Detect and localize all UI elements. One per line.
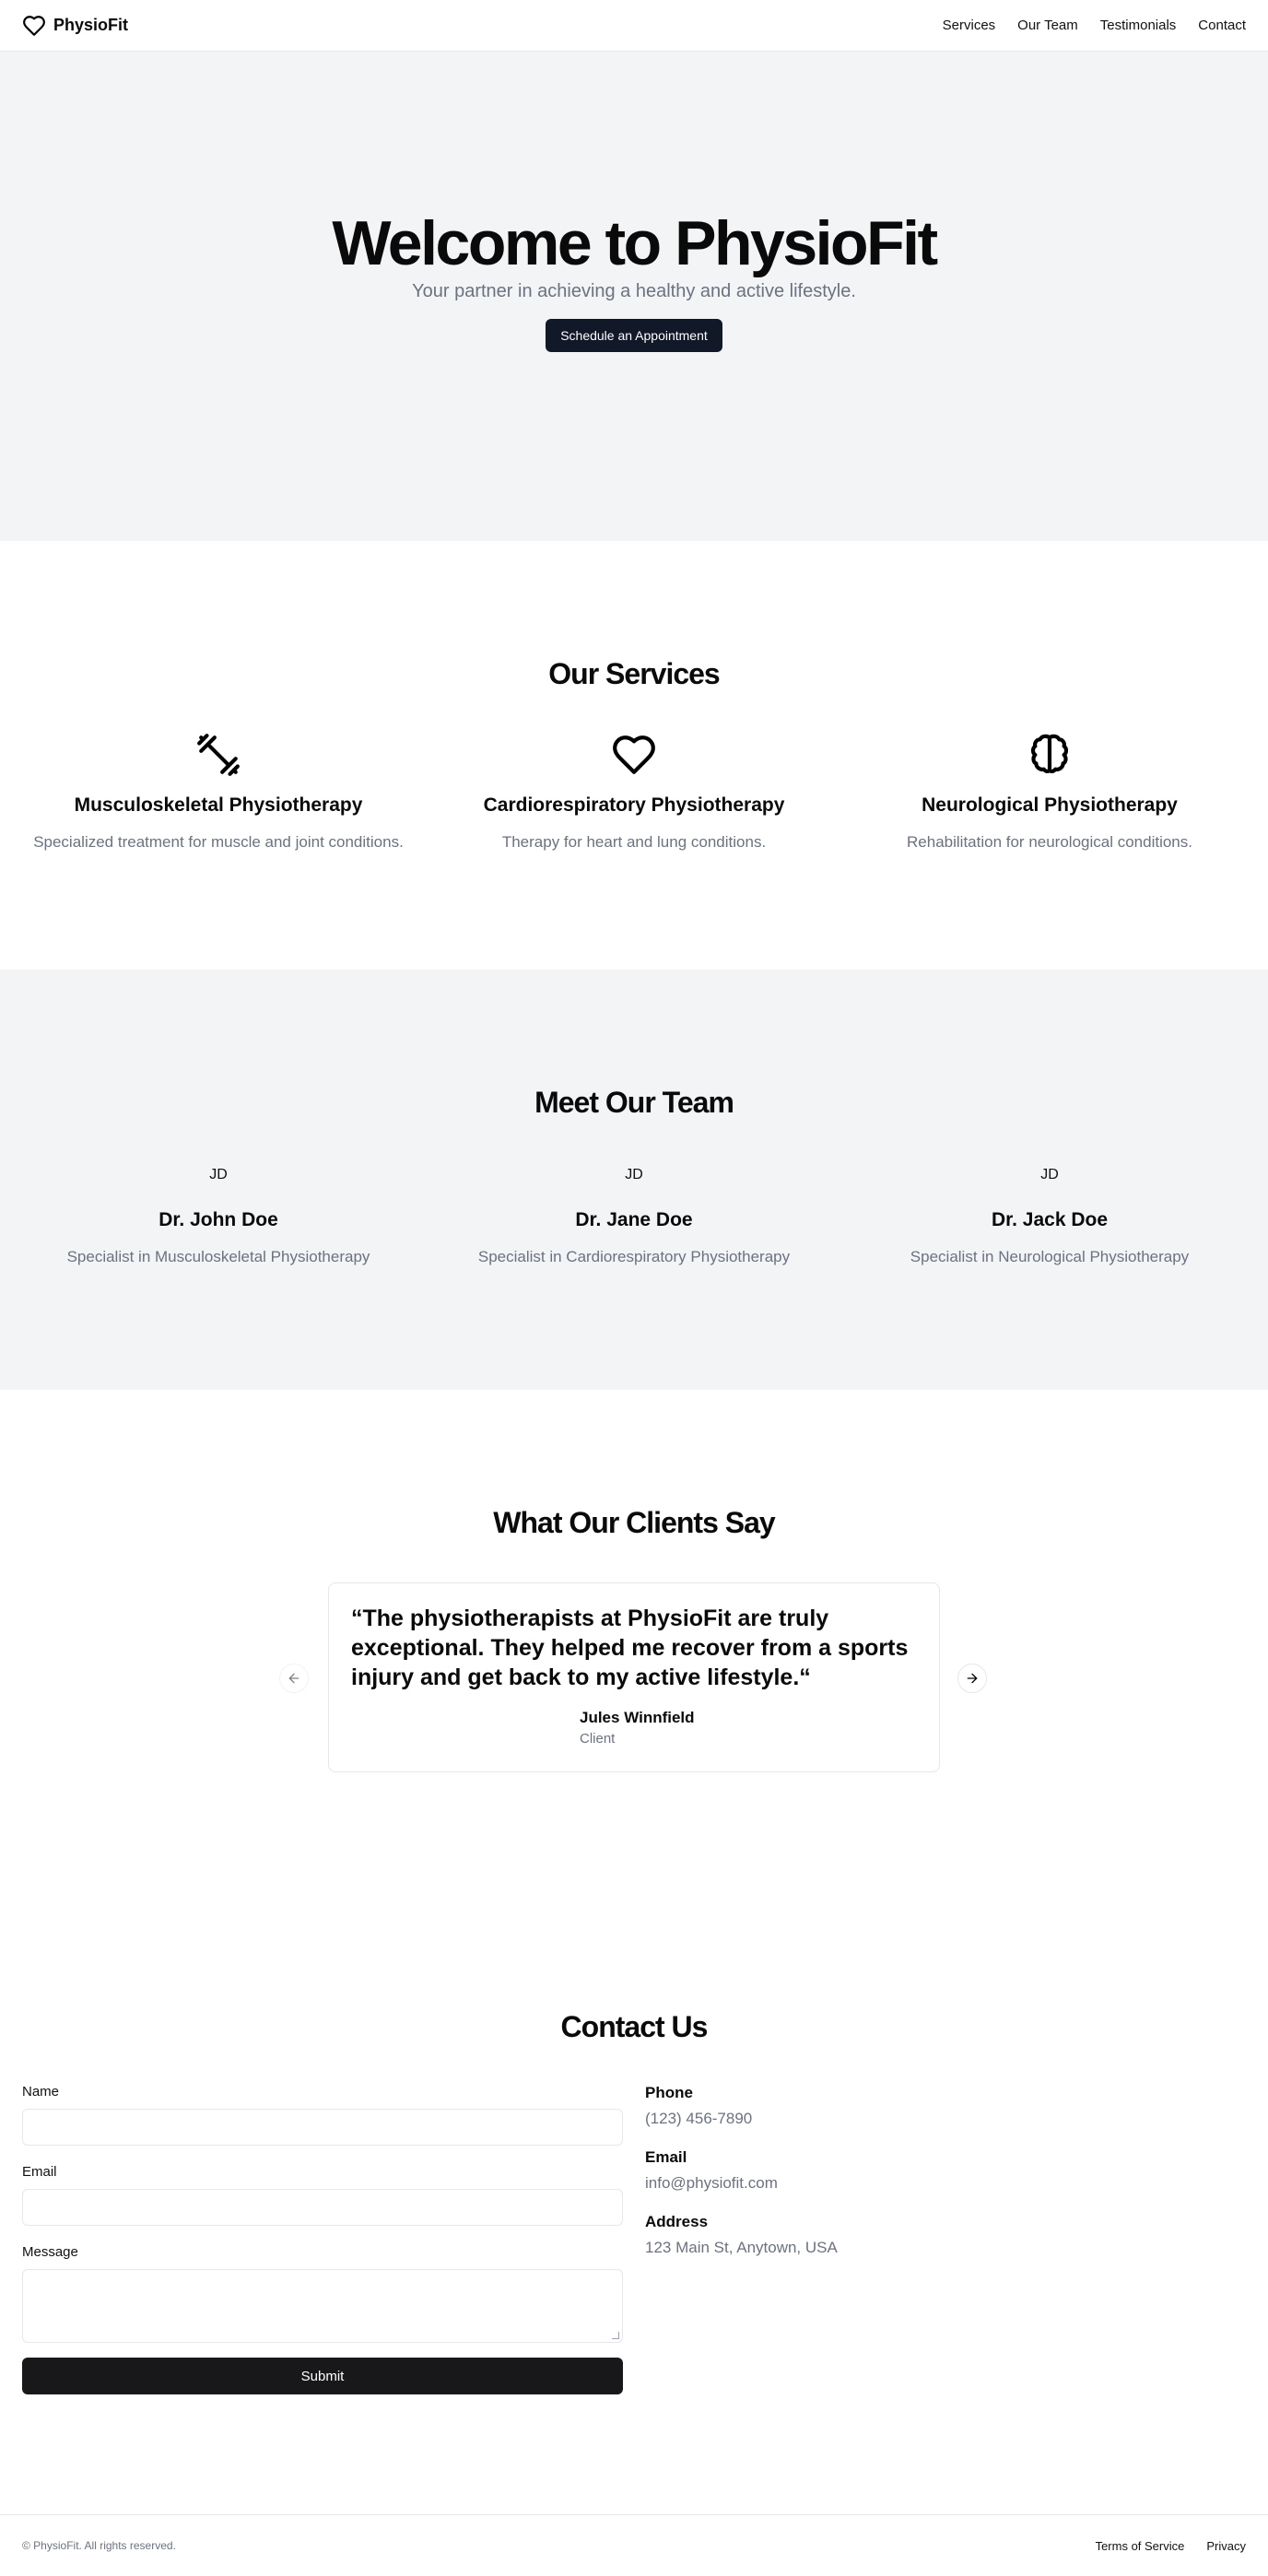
services-section: Our Services Musculoskeletal Physiothera… xyxy=(0,541,1268,970)
email-label: Email xyxy=(22,2164,57,2180)
author-role: Client xyxy=(580,1731,616,1747)
heart-icon xyxy=(613,735,655,774)
name-label: Name xyxy=(22,2084,60,2100)
service-description: Therapy for heart and lung conditions. xyxy=(501,833,767,851)
testimonials-title: What Our Clients Say xyxy=(493,1506,775,1539)
nav-contact[interactable]: Contact xyxy=(1198,18,1246,33)
team-member-card: JD Dr. Jack Doe Specialist in Neurologic… xyxy=(847,1167,1252,1266)
name-input[interactable] xyxy=(22,2109,623,2146)
submit-button[interactable]: Submit xyxy=(22,2358,623,2394)
nav-our-team[interactable]: Our Team xyxy=(1017,18,1078,33)
team-member-card: JD Dr. John Doe Specialist in Musculoske… xyxy=(16,1167,421,1266)
brand-link[interactable]: PhysioFit xyxy=(22,14,128,38)
service-card: Cardiorespiratory Physiotherapy Therapy … xyxy=(431,732,837,852)
testimonials-section: What Our Clients Say “The physiotherapis… xyxy=(0,1390,1268,1920)
member-name: Dr. John Doe xyxy=(158,1209,278,1230)
carousel-prev-button[interactable] xyxy=(279,1664,309,1693)
hero-section: Welcome to PhysioFit Your partner in ach… xyxy=(0,52,1268,541)
nav-testimonials[interactable]: Testimonials xyxy=(1100,18,1177,33)
message-textarea[interactable] xyxy=(22,2269,623,2343)
author-name: Jules Winnfield xyxy=(580,1709,695,1726)
dumbbell-icon xyxy=(197,734,240,776)
resize-handle-icon[interactable] xyxy=(612,2332,619,2339)
email-input[interactable] xyxy=(22,2189,623,2226)
service-title: Musculoskeletal Physiotherapy xyxy=(74,794,363,816)
services-title: Our Services xyxy=(548,657,720,690)
team-title: Meet Our Team xyxy=(534,1086,734,1119)
copyright-text: © PhysioFit. All rights reserved. xyxy=(22,2539,176,2552)
brain-icon xyxy=(1030,734,1069,774)
member-role: Specialist in Cardiorespiratory Physioth… xyxy=(477,1248,791,1265)
carousel-next-button[interactable] xyxy=(957,1664,987,1693)
contact-info: Phone (123) 456-7890 Email info@physiofi… xyxy=(645,2084,1106,2277)
arrow-right-icon xyxy=(967,1673,978,1684)
privacy-link[interactable]: Privacy xyxy=(1206,2539,1246,2553)
contact-title: Contact Us xyxy=(560,2010,709,2043)
member-name: Dr. Jack Doe xyxy=(991,1209,1109,1230)
testimonial-card: “The physiotherapists at PhysioFit are t… xyxy=(328,1582,940,1772)
service-title: Cardiorespiratory Physiotherapy xyxy=(483,794,785,816)
site-header: PhysioFit Services Our Team Testimonials… xyxy=(0,0,1268,52)
email-value: info@physiofit.com xyxy=(645,2174,778,2192)
testimonial-author: Jules Winnfield Client xyxy=(580,1709,917,1747)
email-info-label: Email xyxy=(645,2148,687,2166)
phone-label: Phone xyxy=(645,2084,693,2101)
brand-name: PhysioFit xyxy=(53,16,129,34)
service-card: Musculoskeletal Physiotherapy Specialize… xyxy=(16,732,421,852)
member-role: Specialist in Neurological Physiotherapy xyxy=(910,1248,1190,1265)
service-description: Specialized treatment for muscle and joi… xyxy=(33,833,404,851)
contact-form: Name Email Message Submit xyxy=(22,2084,623,2394)
member-name: Dr. Jane Doe xyxy=(575,1209,693,1230)
terms-link[interactable]: Terms of Service xyxy=(1096,2539,1185,2553)
heart-icon xyxy=(23,15,45,36)
hero-subtitle: Your partner in achieving a healthy and … xyxy=(412,280,856,301)
address-label: Address xyxy=(645,2213,709,2230)
avatar: JD xyxy=(209,1167,228,1182)
site-footer: © PhysioFit. All rights reserved. Terms … xyxy=(0,2514,1268,2576)
hero-title: Welcome to PhysioFit xyxy=(332,208,938,279)
service-title: Neurological Physiotherapy xyxy=(922,794,1178,816)
message-label: Message xyxy=(22,2244,78,2260)
member-role: Specialist in Musculoskeletal Physiother… xyxy=(66,1248,370,1265)
arrow-left-icon xyxy=(288,1673,299,1684)
phone-value: (123) 456-7890 xyxy=(645,2110,753,2127)
main-nav: Services Our Team Testimonials Contact xyxy=(943,18,1246,33)
nav-services[interactable]: Services xyxy=(943,18,996,33)
footer-links: Terms of Service Privacy xyxy=(1096,2539,1246,2553)
service-card: Neurological Physiotherapy Rehabilitatio… xyxy=(847,732,1252,852)
team-section: Meet Our Team JD Dr. John Doe Specialist… xyxy=(0,970,1268,1390)
avatar: JD xyxy=(1040,1167,1059,1182)
service-description: Rehabilitation for neurological conditio… xyxy=(907,833,1192,851)
schedule-appointment-button[interactable]: Schedule an Appointment xyxy=(546,318,722,352)
testimonial-quote: “The physiotherapists at PhysioFit are t… xyxy=(351,1606,909,1690)
avatar: JD xyxy=(625,1167,643,1182)
team-member-card: JD Dr. Jane Doe Specialist in Cardioresp… xyxy=(431,1167,837,1266)
address-value: 123 Main St, Anytown, USA xyxy=(645,2239,838,2256)
contact-section: Contact Us Name Email Message Submit Pho… xyxy=(0,1920,1268,2514)
